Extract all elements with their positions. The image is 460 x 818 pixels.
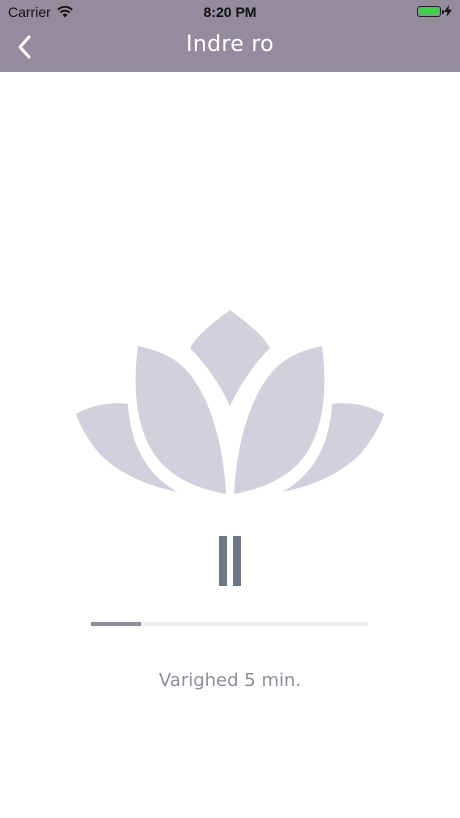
- battery-fill: [419, 7, 439, 15]
- playback-progress-bar[interactable]: [91, 622, 368, 626]
- app-screen: Carrier 8:20 PM Indre ro Varighed 5 min.: [0, 0, 460, 818]
- battery-icon: [417, 5, 444, 17]
- header: Carrier 8:20 PM Indre ro: [0, 0, 460, 72]
- charging-bolt-icon: [444, 5, 452, 17]
- navigation-bar: Indre ro: [0, 24, 460, 72]
- status-time: 8:20 PM: [203, 4, 257, 20]
- status-bar: Carrier 8:20 PM: [0, 0, 460, 24]
- lotus-icon: [76, 310, 384, 494]
- progress-fill: [91, 622, 141, 626]
- pause-button[interactable]: [214, 536, 246, 586]
- duration-label: Varighed 5 min.: [158, 670, 302, 691]
- page-title: Indre ro: [186, 32, 274, 57]
